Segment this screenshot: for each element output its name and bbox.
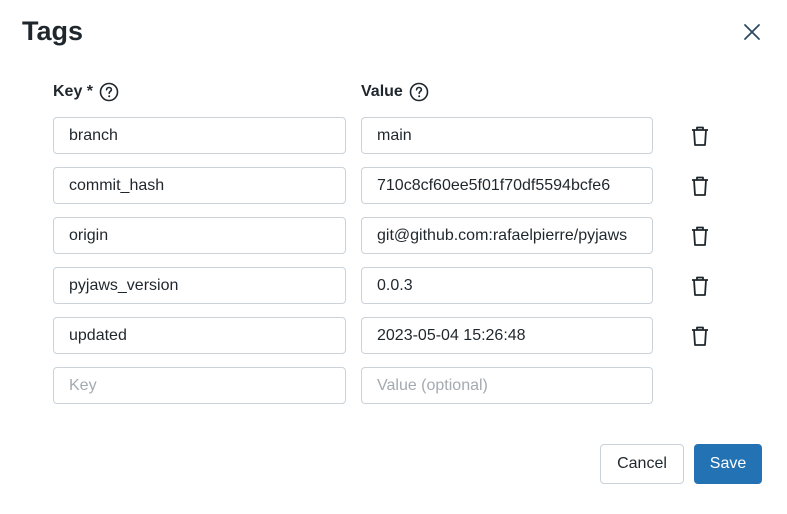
trash-icon[interactable] bbox=[688, 124, 712, 148]
tag-value-field[interactable]: 2023-05-04 15:26:48 bbox=[361, 317, 653, 354]
tag-value-field[interactable]: 0.0.3 bbox=[361, 267, 653, 304]
close-icon[interactable] bbox=[740, 20, 764, 44]
value-column-header: Value bbox=[361, 82, 429, 102]
help-circle-icon[interactable] bbox=[99, 82, 119, 102]
trash-icon[interactable] bbox=[688, 174, 712, 198]
cancel-button[interactable]: Cancel bbox=[600, 444, 684, 484]
key-column-label: Key * bbox=[53, 83, 94, 100]
new-tag-value-input[interactable] bbox=[361, 367, 653, 404]
tag-key-field[interactable]: pyjaws_version bbox=[53, 267, 346, 304]
trash-icon[interactable] bbox=[688, 224, 712, 248]
save-button[interactable]: Save bbox=[694, 444, 762, 484]
help-circle-icon[interactable] bbox=[409, 82, 429, 102]
trash-icon[interactable] bbox=[688, 274, 712, 298]
tag-value-field[interactable]: git@github.com:rafaelpierre/pyjaws bbox=[361, 217, 653, 254]
key-column-header: Key * bbox=[53, 82, 119, 102]
tag-key-field[interactable]: origin bbox=[53, 217, 346, 254]
value-column-label: Value bbox=[361, 83, 403, 100]
tag-key-field[interactable]: commit_hash bbox=[53, 167, 346, 204]
tag-value-field[interactable]: main bbox=[361, 117, 653, 154]
trash-icon[interactable] bbox=[688, 324, 712, 348]
tag-key-field[interactable]: branch bbox=[53, 117, 346, 154]
dialog-title: Tags bbox=[22, 16, 84, 46]
tag-value-field[interactable]: 710c8cf60ee5f01f70df5594bcfe6 bbox=[361, 167, 653, 204]
new-tag-key-input[interactable] bbox=[53, 367, 346, 404]
tag-key-field[interactable]: updated bbox=[53, 317, 346, 354]
